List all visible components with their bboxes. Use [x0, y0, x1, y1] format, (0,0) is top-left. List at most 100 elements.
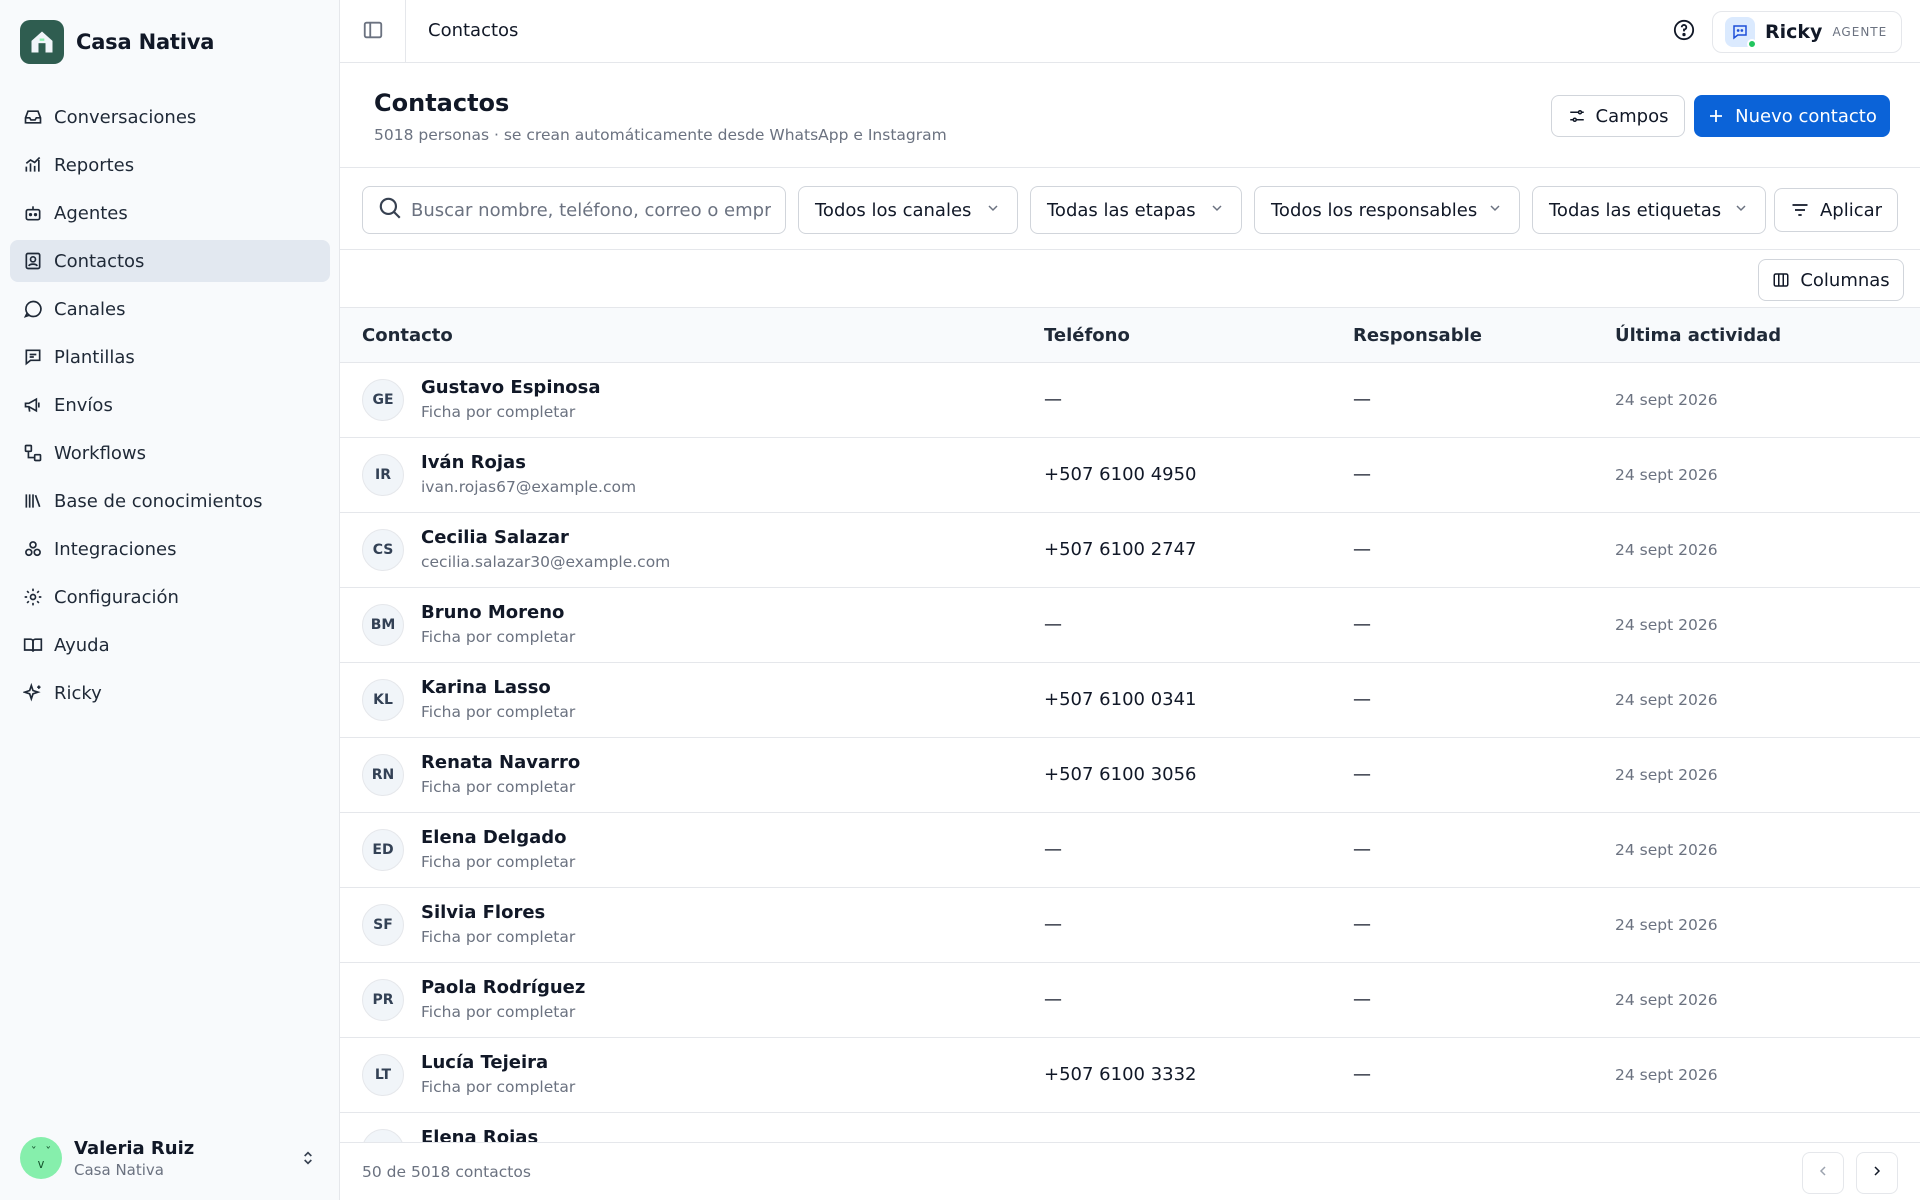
campos-button[interactable]: Campos [1551, 95, 1685, 137]
previous-page-button[interactable] [1802, 1152, 1844, 1194]
sidebar-item-agentes[interactable]: Agentes [10, 192, 330, 234]
contact-name[interactable]: Lucía Tejeira [421, 1052, 548, 1073]
contact-phone: +507 6100 3056 [1044, 764, 1197, 785]
contact-name[interactable]: Silvia Flores [421, 902, 545, 923]
gear-icon [22, 586, 44, 608]
book-icon [22, 634, 44, 656]
megaphone-icon [22, 394, 44, 416]
sidebar-item-reportes[interactable]: Reportes [10, 144, 330, 186]
table-row[interactable]: ED Elena Delgado Ficha por completar — —… [340, 813, 1920, 888]
sidebar-item-label: Configuración [54, 586, 179, 608]
column-header-responsable[interactable]: Responsable [1353, 325, 1482, 346]
brand[interactable]: Casa Nativa [20, 20, 214, 64]
contact-name[interactable]: Paola Rodríguez [421, 977, 585, 998]
table-row[interactable]: PR Paola Rodríguez Ficha por completar —… [340, 963, 1920, 1038]
sidebar-item-label: Canales [54, 298, 126, 320]
contact-name[interactable]: Elena Delgado [421, 827, 567, 848]
contact-subtitle: Ficha por completar [421, 403, 576, 421]
table-row[interactable]: RN Renata Navarro Ficha por completar +5… [340, 738, 1920, 813]
contact-phone: +507 6100 3332 [1044, 1064, 1197, 1085]
sidebar-item-ricky[interactable]: Ricky [10, 672, 330, 714]
agent-button[interactable]: Ricky AGENTE [1712, 11, 1902, 53]
sliders-icon [1568, 107, 1586, 125]
sidebar-item-configuracion[interactable]: Configuración [10, 576, 330, 618]
new-contact-button[interactable]: Nuevo contacto [1694, 95, 1890, 137]
contact-phone: +507 6100 0341 [1044, 689, 1197, 710]
contact-name[interactable]: Iván Rojas [421, 452, 526, 473]
contact-last-activity: 24 sept 2026 [1615, 466, 1718, 484]
sidebar-item-label: Contactos [54, 250, 145, 272]
search-input[interactable] [411, 199, 771, 221]
contact-name[interactable]: Renata Navarro [421, 752, 580, 773]
contact-owner: — [1353, 389, 1371, 410]
next-page-button[interactable] [1856, 1152, 1898, 1194]
page-subtitle: 5018 personas · se crean automáticamente… [374, 126, 947, 144]
sidebar-item-integraciones[interactable]: Integraciones [10, 528, 330, 570]
sidebar-item-conversaciones[interactable]: Conversaciones [10, 96, 330, 138]
channel-filter-select[interactable]: Todos los canales [798, 186, 1018, 234]
filters-bar: Todos los canales Todas las etapas Todos… [340, 168, 1920, 250]
contact-owner: — [1353, 689, 1371, 710]
inbox-icon [22, 106, 44, 128]
contact-avatar: IR [362, 454, 404, 496]
contact-name[interactable]: Cecilia Salazar [421, 527, 569, 548]
chevron-down-icon [1487, 200, 1503, 221]
sidebar-item-label: Ayuda [54, 634, 110, 656]
contact-owner: — [1353, 839, 1371, 860]
breadcrumb: Contactos [428, 20, 519, 41]
table-row[interactable]: GE Gustavo Espinosa Ficha por completar … [340, 363, 1920, 438]
contact-name[interactable]: Gustavo Espinosa [421, 377, 601, 398]
sidebar-item-contactos[interactable]: Contactos [10, 240, 330, 282]
table-row[interactable]: KL Karina Lasso Ficha por completar +507… [340, 663, 1920, 738]
sidebar-item-canales[interactable]: Canales [10, 288, 330, 330]
contact-avatar: ER [362, 1129, 404, 1143]
search-box[interactable] [362, 186, 786, 234]
contact-avatar: GE [362, 379, 404, 421]
user-name: Valeria Ruiz [74, 1137, 195, 1159]
contact-last-activity: 24 sept 2026 [1615, 766, 1718, 784]
column-header-telefono[interactable]: Teléfono [1044, 325, 1130, 346]
sidebar-toggle-button[interactable] [340, 0, 406, 63]
column-header-ultima-actividad[interactable]: Última actividad [1615, 325, 1781, 346]
chevron-down-icon [1209, 200, 1225, 221]
house-logo-icon [20, 20, 64, 64]
sidebar-item-workflows[interactable]: Workflows [10, 432, 330, 474]
channel-filter-value: Todos los canales [815, 199, 972, 221]
plus-icon [1707, 107, 1725, 125]
table-row[interactable]: SF Silvia Flores Ficha por completar — —… [340, 888, 1920, 963]
help-button[interactable] [1670, 18, 1698, 46]
tag-filter-select[interactable]: Todas las etiquetas [1532, 186, 1766, 234]
chevron-down-icon [1733, 200, 1749, 221]
owner-filter-select[interactable]: Todos los responsables [1254, 186, 1520, 234]
table-row[interactable]: LT Lucía Tejeira Ficha por completar +50… [340, 1038, 1920, 1113]
contact-phone: — [1044, 839, 1062, 860]
sidebar-item-ayuda[interactable]: Ayuda [10, 624, 330, 666]
page-title: Contactos [374, 89, 510, 117]
columns-button[interactable]: Columnas [1758, 259, 1904, 301]
sidebar-item-base-de-conocimientos[interactable]: Base de conocimientos [10, 480, 330, 522]
apply-filters-button[interactable]: Aplicar [1774, 188, 1898, 232]
contact-subtitle: Ficha por completar [421, 778, 576, 796]
contact-name[interactable]: Bruno Moreno [421, 602, 564, 623]
column-header-contacto[interactable]: Contacto [362, 325, 453, 346]
contact-phone: — [1044, 614, 1062, 635]
table-row[interactable]: ER Elena Rojas [340, 1113, 1920, 1143]
user-info: Valeria Ruiz Casa Nativa [74, 1138, 194, 1179]
contact-name[interactable]: Elena Rojas [421, 1127, 538, 1143]
user-menu[interactable]: ˇ ˇ v Valeria Ruiz Casa Nativa [20, 1134, 320, 1182]
chevrons-up-down-icon[interactable] [296, 1146, 320, 1170]
table-toolbar: Columnas [340, 250, 1920, 308]
stage-filter-select[interactable]: Todas las etapas [1030, 186, 1242, 234]
contact-name[interactable]: Karina Lasso [421, 677, 551, 698]
chevron-right-icon [1869, 1163, 1885, 1183]
contact-subtitle: ivan.rojas67@example.com [421, 478, 637, 496]
contact-owner: — [1353, 989, 1371, 1010]
sidebar-item-plantillas[interactable]: Plantillas [10, 336, 330, 378]
table-row[interactable]: CS Cecilia Salazar cecilia.salazar30@exa… [340, 513, 1920, 588]
contact-last-activity: 24 sept 2026 [1615, 991, 1718, 1009]
sidebar-item-envios[interactable]: Envíos [10, 384, 330, 426]
stage-filter-value: Todas las etapas [1047, 199, 1196, 221]
table-row[interactable]: BM Bruno Moreno Ficha por completar — — … [340, 588, 1920, 663]
table-row[interactable]: IR Iván Rojas ivan.rojas67@example.com +… [340, 438, 1920, 513]
sidebar-item-label: Agentes [54, 202, 128, 224]
